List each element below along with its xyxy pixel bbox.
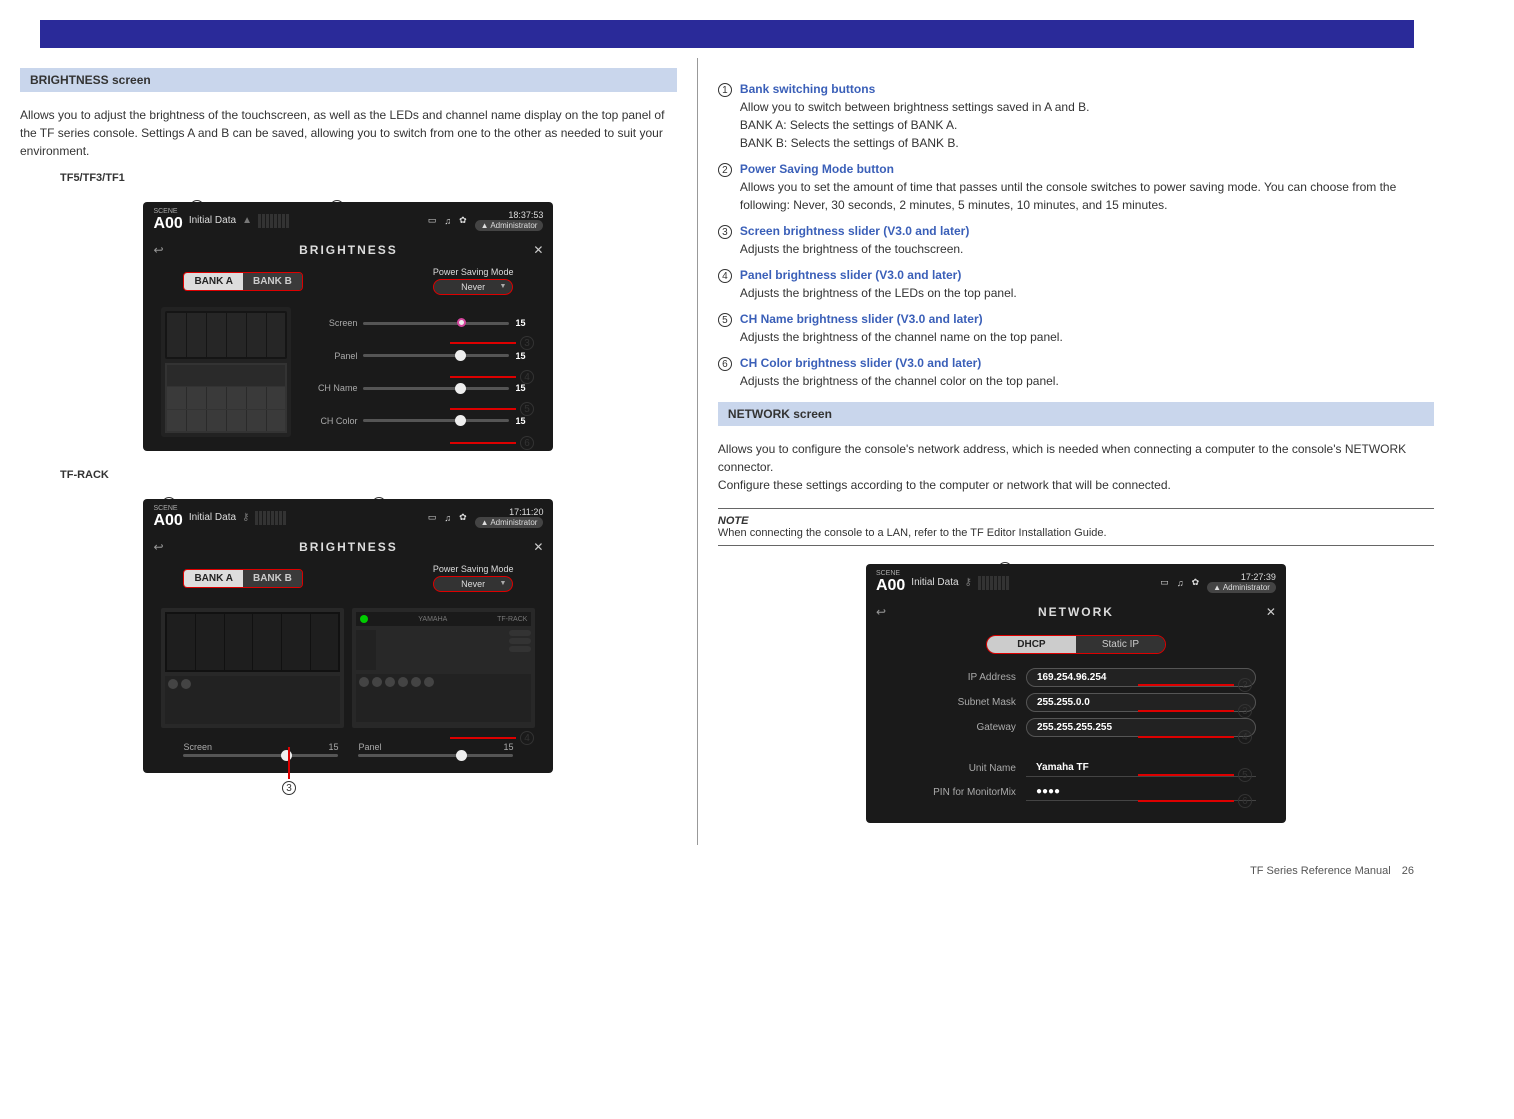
callout-4-rack: 4 bbox=[520, 731, 534, 745]
pin-field[interactable]: ●●●● bbox=[1026, 783, 1256, 801]
gateway-label: Gateway bbox=[896, 722, 1016, 733]
ip-mode-toggle[interactable]: DHCP Static IP bbox=[986, 635, 1166, 654]
note-label: NOTE bbox=[718, 515, 749, 527]
headphone-icon[interactable]: ♫ bbox=[1177, 578, 1184, 588]
network-screenshot: SCENE A00 Initial Data ⚷ ▭ ♫ ✿ bbox=[866, 564, 1286, 823]
brightness-screenshot-2: SCENE A00 Initial Data ⚷ ▭ ♫ ✿ bbox=[143, 499, 553, 773]
ip-address-label: IP Address bbox=[896, 672, 1016, 683]
net-callout-4: 4 bbox=[1238, 730, 1252, 744]
network-section-header: NETWORK screen bbox=[718, 402, 1434, 426]
close-icon[interactable]: ✕ bbox=[533, 540, 543, 554]
rack-screen-slider[interactable]: Screen15 bbox=[183, 742, 338, 757]
net-callout-6: 6 bbox=[1238, 794, 1252, 808]
network-intro: Allows you to configure the console's ne… bbox=[718, 440, 1434, 494]
clock-time: 18:37:53 bbox=[475, 210, 544, 220]
net-callout-3: 3 bbox=[1238, 704, 1252, 718]
desc-body-1: Allow you to switch between brightness s… bbox=[740, 98, 1434, 152]
chcolor-slider[interactable]: CH Color 15 bbox=[301, 416, 535, 426]
brightness-title: BRIGHTNESS bbox=[299, 243, 398, 257]
brightness-intro: Allows you to adjust the brightness of t… bbox=[20, 106, 677, 160]
callout-3: 3 bbox=[520, 336, 534, 350]
callout-4: 4 bbox=[520, 370, 534, 384]
callout-5: 5 bbox=[520, 402, 534, 416]
monitor-icon[interactable]: ▭ bbox=[1160, 577, 1169, 588]
gear-icon[interactable]: ✿ bbox=[459, 215, 467, 226]
callout-3-rack: 3 bbox=[282, 781, 296, 795]
close-icon[interactable]: ✕ bbox=[533, 243, 543, 257]
back-icon[interactable]: ↩ bbox=[153, 243, 163, 257]
subnet-label: Subnet Mask bbox=[896, 697, 1016, 708]
gateway-field[interactable]: 255.255.255.255 bbox=[1026, 718, 1256, 737]
desc-title-5: CH Name brightness slider (V3.0 and late… bbox=[740, 310, 1434, 328]
desc-body-5: Adjusts the brightness of the channel na… bbox=[740, 328, 1434, 346]
rack-left-preview bbox=[161, 608, 344, 728]
desc-title-2: Power Saving Mode button bbox=[740, 160, 1434, 178]
desc-num-1: 1 bbox=[718, 83, 732, 97]
gear-icon[interactable]: ✿ bbox=[459, 512, 467, 523]
note-body: When connecting the console to a LAN, re… bbox=[718, 527, 1107, 539]
net-callout-5: 5 bbox=[1238, 768, 1252, 782]
back-icon[interactable]: ↩ bbox=[153, 540, 163, 554]
net-callout-2: 2 bbox=[1238, 678, 1252, 692]
desc-title-6: CH Color brightness slider (V3.0 and lat… bbox=[740, 354, 1434, 372]
chname-slider[interactable]: CH Name 15 bbox=[301, 383, 535, 393]
rack-panel-slider[interactable]: Panel15 bbox=[358, 742, 513, 757]
headphone-icon[interactable]: ♫ bbox=[444, 216, 451, 226]
desc-title-1: Bank switching buttons bbox=[740, 80, 1434, 98]
rack-right-preview: YAMAHA TF-RACK bbox=[352, 608, 535, 728]
console-preview bbox=[161, 307, 291, 437]
static-ip-button[interactable]: Static IP bbox=[1076, 636, 1165, 653]
desc-title-4: Panel brightness slider (V3.0 and later) bbox=[740, 266, 1434, 284]
desc-body-3: Adjusts the brightness of the touchscree… bbox=[740, 240, 1434, 258]
admin-badge: ▲ Administrator bbox=[475, 220, 544, 231]
bank-switch[interactable]: BANK A BANK B bbox=[183, 272, 302, 291]
footer-product: TF Series Reference Manual bbox=[1250, 865, 1391, 877]
desc-title-3: Screen brightness slider (V3.0 and later… bbox=[740, 222, 1434, 240]
desc-body-6: Adjusts the brightness of the channel co… bbox=[740, 372, 1434, 390]
pin-label: PIN for MonitorMix bbox=[896, 787, 1016, 798]
bank-a-button[interactable]: BANK A bbox=[184, 273, 243, 290]
brightness-section-header: BRIGHTNESS screen bbox=[20, 68, 677, 92]
bank-switch-rack[interactable]: BANK A BANK B bbox=[183, 569, 302, 588]
monitor-icon[interactable]: ▭ bbox=[428, 512, 437, 523]
gear-icon[interactable]: ✿ bbox=[1192, 577, 1200, 588]
unit-name-label: Unit Name bbox=[896, 763, 1016, 774]
scene-id: A00 bbox=[153, 215, 182, 232]
scene-name: Initial Data bbox=[189, 215, 236, 226]
dhcp-button[interactable]: DHCP bbox=[987, 636, 1076, 653]
bank-b-button[interactable]: BANK B bbox=[243, 273, 302, 290]
top-bar bbox=[40, 20, 1414, 48]
desc-body-4: Adjusts the brightness of the LEDs on th… bbox=[740, 284, 1434, 302]
desc-body-2: Allows you to set the amount of time tha… bbox=[740, 178, 1434, 214]
series-label-rack: TF-RACK bbox=[60, 469, 677, 481]
close-icon[interactable]: ✕ bbox=[1266, 605, 1276, 619]
screen-slider[interactable]: Screen 15 bbox=[301, 318, 535, 328]
network-title: NETWORK bbox=[1038, 605, 1114, 619]
panel-slider[interactable]: Panel 15 bbox=[301, 351, 535, 361]
back-icon[interactable]: ↩ bbox=[876, 605, 886, 619]
headphone-icon[interactable]: ♫ bbox=[444, 513, 451, 523]
monitor-icon[interactable]: ▭ bbox=[428, 215, 437, 226]
callout-6: 6 bbox=[520, 436, 534, 450]
psm-select[interactable]: Never bbox=[433, 279, 514, 295]
psm-label: Power Saving Mode bbox=[433, 267, 514, 277]
brightness-screenshot-1: SCENE A00 Initial Data ▲ ▭ ♫ ✿ bbox=[143, 202, 553, 451]
psm-select-rack[interactable]: Never bbox=[433, 576, 514, 592]
footer-page: 26 bbox=[1402, 865, 1414, 877]
series-label-top: TF5/TF3/TF1 bbox=[60, 172, 677, 184]
